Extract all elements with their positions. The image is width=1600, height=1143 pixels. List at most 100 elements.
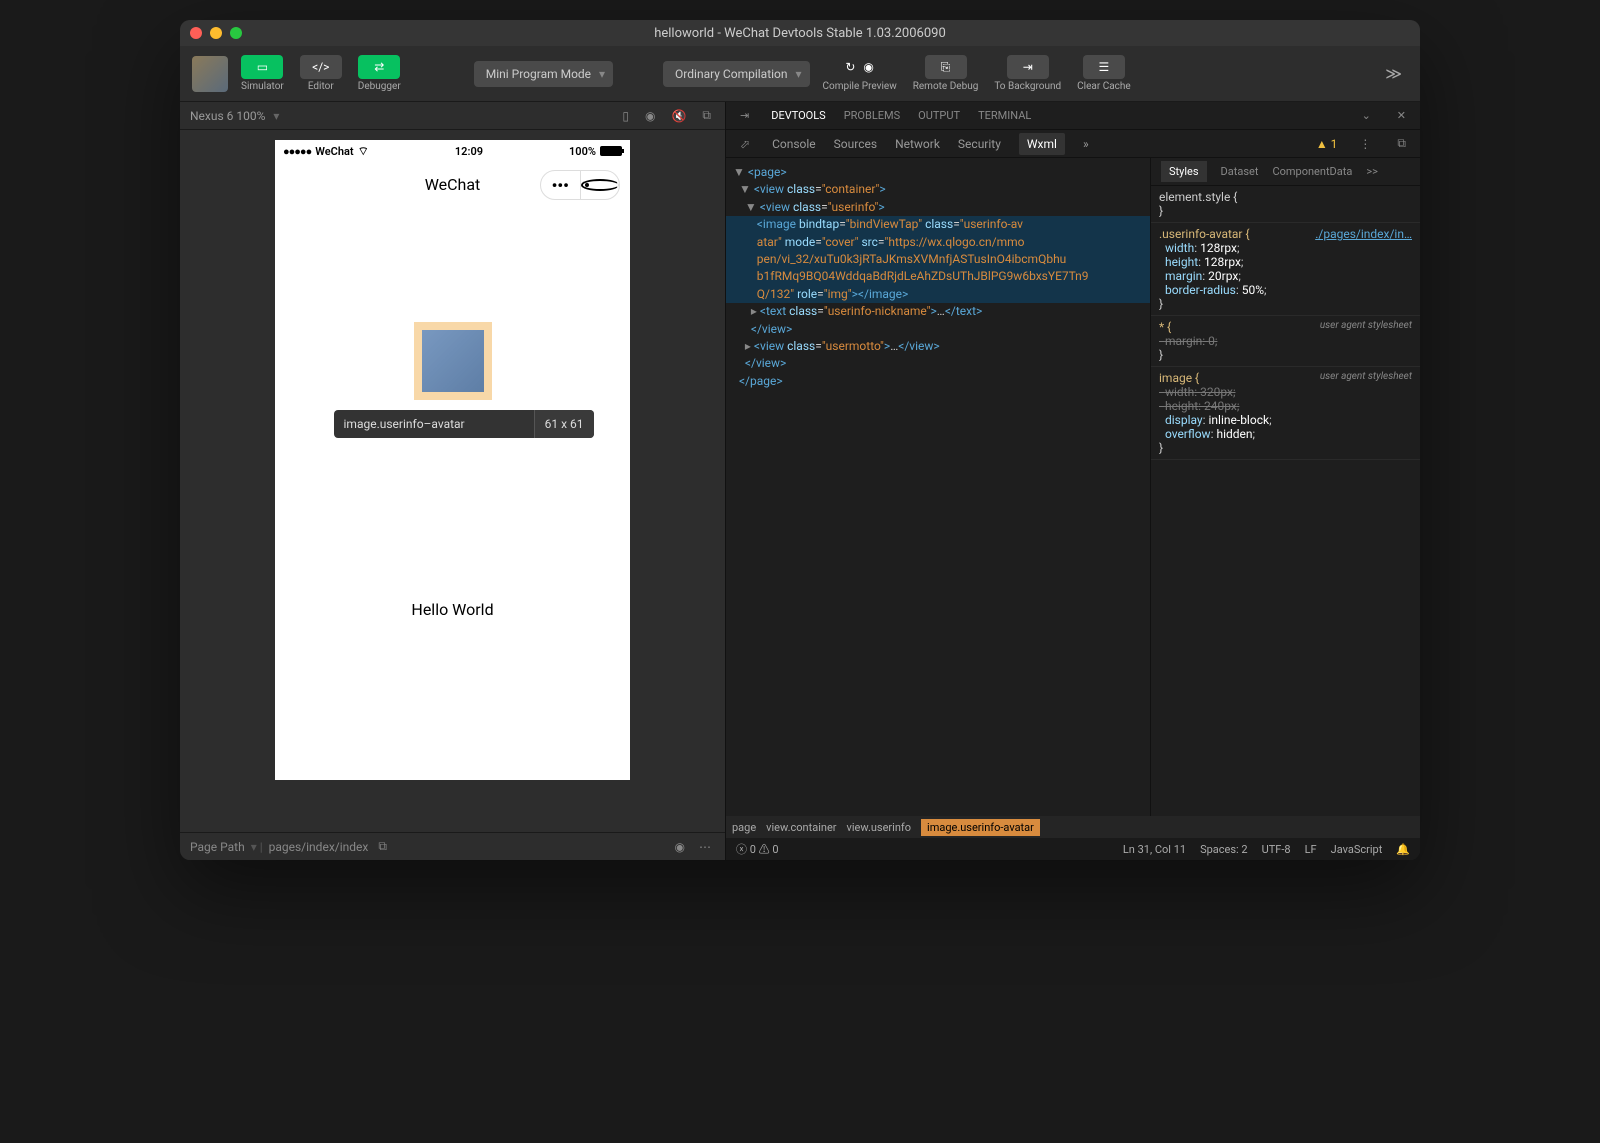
- signal-icon: ●●●●●: [283, 145, 311, 158]
- language-mode[interactable]: JavaScript: [1331, 843, 1383, 856]
- kebab-icon[interactable]: ⋮: [1355, 137, 1375, 151]
- crumb-userinfo[interactable]: view.userinfo: [847, 821, 912, 834]
- chevron-down-icon[interactable]: ⌄: [1358, 109, 1375, 122]
- styles-panel: Styles Dataset ComponentData >> element.…: [1150, 158, 1420, 816]
- copy-path-icon[interactable]: ⧉: [374, 839, 391, 854]
- compile-button[interactable]: ↻◉Compile Preview: [820, 55, 900, 92]
- phone-frame: ●●●●● WeChat ⌔ 12:09 100% WeChat •••: [275, 140, 630, 780]
- mute-icon[interactable]: 🔇: [667, 109, 690, 123]
- page-path-label: Page Path: [190, 840, 245, 854]
- errors-badge[interactable]: ⓧ 0 ⚠ 0: [736, 841, 779, 857]
- crumb-avatar[interactable]: image.userinfo-avatar: [921, 819, 1040, 836]
- devtools-subtabs: ⬀ Console Sources Network Security Wxml …: [726, 130, 1420, 158]
- simulator-footer: Page Path▾ | pages/index/index ⧉ ◉ ⋯: [180, 832, 725, 860]
- tab-dataset[interactable]: Dataset: [1221, 165, 1259, 178]
- simulator-label: Simulator: [241, 81, 284, 92]
- tab-sources[interactable]: Sources: [834, 137, 877, 151]
- toolbar-overflow-icon[interactable]: ≫: [1379, 64, 1408, 83]
- tab-wxml[interactable]: Wxml: [1019, 133, 1065, 155]
- crumb-container[interactable]: view.container: [766, 821, 836, 834]
- maximize-window-button[interactable]: [230, 27, 242, 39]
- battery-icon: [600, 146, 622, 156]
- simulator-canvas: ●●●●● WeChat ⌔ 12:09 100% WeChat •••: [180, 130, 725, 832]
- traffic-lights: [190, 27, 242, 39]
- panel-toggle-icon[interactable]: ⇥: [736, 109, 753, 122]
- simulator-button[interactable]: ▭Simulator: [238, 55, 287, 92]
- devtools-tabs: ⇥ DEVTOOLS PROBLEMS OUTPUT TERMINAL ⌄ ✕: [726, 102, 1420, 130]
- program-mode-dropdown[interactable]: Mini Program Mode: [474, 61, 613, 87]
- clear-cache-label: Clear Cache: [1077, 81, 1131, 92]
- avatar-image[interactable]: [422, 330, 484, 392]
- rule-userinfo-avatar[interactable]: .userinfo-avatar {./pages/index/in… widt…: [1151, 223, 1420, 316]
- styles-overflow[interactable]: >>: [1366, 165, 1378, 178]
- userinfo-section: image.userinfo–avatar 61 x 61: [275, 322, 630, 400]
- editor-button[interactable]: </>Editor: [297, 55, 345, 92]
- debugger-label: Debugger: [358, 81, 401, 92]
- battery-percent: 100%: [569, 145, 596, 158]
- dock-icon[interactable]: ⧉: [1393, 136, 1410, 151]
- copy-icon[interactable]: ⧉: [698, 108, 715, 123]
- to-background-button[interactable]: ⇥To Background: [991, 55, 1064, 92]
- tab-problems[interactable]: PROBLEMS: [844, 109, 900, 122]
- clock: 12:09: [455, 145, 483, 158]
- tab-console[interactable]: Console: [772, 137, 816, 151]
- more-icon[interactable]: ⋯: [695, 840, 715, 854]
- tab-devtools[interactable]: DEVTOOLS: [771, 109, 825, 122]
- capsule-close-icon[interactable]: [581, 179, 620, 191]
- titlebar: helloworld - WeChat Devtools Stable 1.03…: [180, 20, 1420, 46]
- tab-output[interactable]: OUTPUT: [918, 109, 960, 122]
- rule-element-style[interactable]: element.style {}: [1151, 186, 1420, 223]
- tab-network[interactable]: Network: [895, 137, 940, 151]
- compilation-dropdown[interactable]: Ordinary Compilation: [663, 61, 809, 87]
- eol-setting[interactable]: LF: [1305, 843, 1317, 856]
- close-window-button[interactable]: [190, 27, 202, 39]
- tab-styles[interactable]: Styles: [1161, 161, 1207, 182]
- editor-statusbar: ⓧ 0 ⚠ 0 Ln 31, Col 11 Spaces: 2 UTF-8 LF…: [726, 838, 1420, 860]
- tab-terminal[interactable]: TERMINAL: [978, 109, 1031, 122]
- minimize-window-button[interactable]: [210, 27, 222, 39]
- remote-debug-label: Remote Debug: [913, 81, 979, 92]
- remote-debug-button[interactable]: ⎘Remote Debug: [910, 55, 982, 92]
- refresh-icon: ↻: [845, 60, 855, 74]
- device-icon[interactable]: ▯: [618, 109, 633, 123]
- styles-tabs: Styles Dataset ComponentData >>: [1151, 158, 1420, 186]
- carrier-label: WeChat: [315, 145, 353, 158]
- capsule-button[interactable]: •••: [540, 170, 620, 200]
- tabs-overflow-icon[interactable]: »: [1083, 137, 1089, 151]
- cursor-position[interactable]: Ln 31, Col 11: [1123, 843, 1186, 856]
- source-link[interactable]: ./pages/index/in…: [1315, 227, 1412, 241]
- inspect-cursor-icon[interactable]: ⬀: [736, 137, 754, 151]
- app-window: helloworld - WeChat Devtools Stable 1.03…: [180, 20, 1420, 860]
- warning-badge[interactable]: ▲ 1: [1316, 137, 1338, 151]
- page-path-value: pages/index/index: [269, 840, 369, 854]
- compile-preview-label: Compile Preview: [823, 81, 897, 92]
- encoding-setting[interactable]: UTF-8: [1262, 843, 1291, 856]
- window-title: helloworld - WeChat Devtools Stable 1.03…: [180, 26, 1420, 41]
- to-background-label: To Background: [994, 81, 1061, 92]
- simulator-panel: Nexus 6 100%▾ ▯ ◉ 🔇 ⧉ ●●●●●WeChat⌔ 12:09…: [180, 102, 725, 860]
- clear-cache-button[interactable]: ☰Clear Cache: [1074, 55, 1134, 92]
- wifi-icon: ⌔: [358, 144, 369, 159]
- user-avatar[interactable]: [192, 56, 228, 92]
- inspect-tooltip: image.userinfo–avatar 61 x 61: [334, 410, 594, 438]
- crumb-page[interactable]: page: [732, 821, 756, 834]
- close-panel-icon[interactable]: ✕: [1393, 109, 1410, 122]
- rule-image[interactable]: image {user agent stylesheet width: 320p…: [1151, 367, 1420, 460]
- debugger-button[interactable]: ⇄Debugger: [355, 55, 404, 92]
- indent-setting[interactable]: Spaces: 2: [1200, 843, 1248, 856]
- tab-security[interactable]: Security: [958, 137, 1001, 151]
- devtools-panel: ⇥ DEVTOOLS PROBLEMS OUTPUT TERMINAL ⌄ ✕ …: [725, 102, 1420, 860]
- bell-icon[interactable]: 🔔: [1396, 843, 1410, 856]
- tab-componentdata[interactable]: ComponentData: [1272, 165, 1352, 178]
- rule-star[interactable]: * {user agent stylesheet margin: 0; }: [1151, 316, 1420, 367]
- phone-statusbar: ●●●●● WeChat ⌔ 12:09 100%: [275, 140, 630, 162]
- record-icon[interactable]: ◉: [641, 109, 659, 123]
- visibility-icon[interactable]: ◉: [671, 840, 689, 854]
- inspect-dimensions: 61 x 61: [534, 410, 594, 438]
- capsule-menu-icon[interactable]: •••: [541, 171, 581, 199]
- device-selector[interactable]: Nexus 6 100%: [190, 109, 265, 123]
- wxml-tree[interactable]: ▼ <page> ▼ <view class="container"> ▼ <v…: [726, 158, 1150, 816]
- motto-text: Hello World: [275, 600, 630, 619]
- avatar-highlight: [414, 322, 492, 400]
- editor-label: Editor: [308, 81, 334, 92]
